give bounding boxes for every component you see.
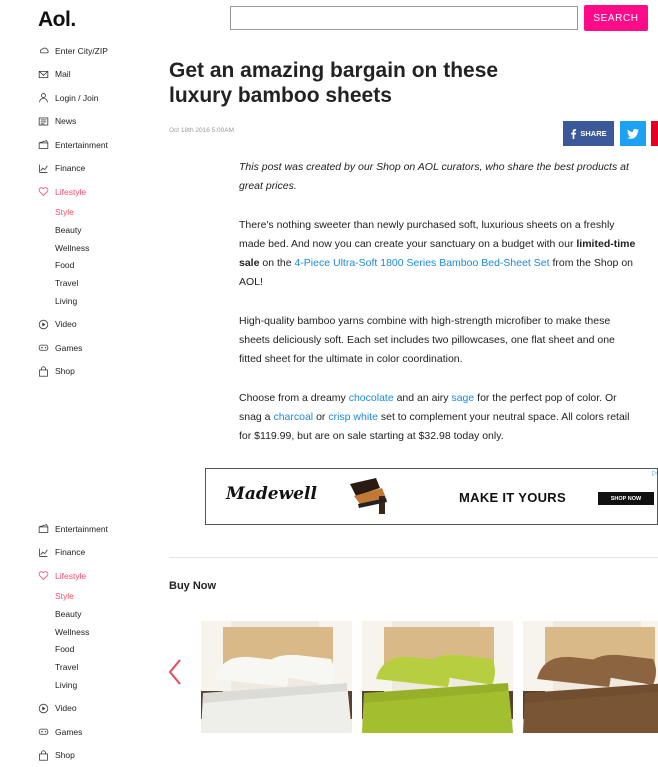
sidebar-item-label: News bbox=[55, 116, 77, 127]
sidebar-item-news[interactable]: News bbox=[38, 110, 158, 134]
sidebar-subitem-style[interactable]: Style bbox=[38, 588, 158, 606]
ad-brand-logo: Madewell bbox=[226, 484, 317, 504]
sidebar-item-label: Mail bbox=[55, 69, 71, 80]
pinterest-share-button[interactable] bbox=[651, 121, 658, 146]
product-card-image[interactable] bbox=[362, 621, 513, 733]
sidebar-item-label: Shop bbox=[55, 750, 75, 761]
publish-date: Oct 18th 2016 5:00AM bbox=[169, 127, 235, 134]
news-icon bbox=[38, 117, 49, 126]
article-title: Get an amazing bargain on these luxury b… bbox=[169, 59, 499, 107]
heart-icon bbox=[38, 187, 49, 197]
advertisement-banner[interactable]: Madewell MAKE IT YOURS SHOP NOW ▷ bbox=[205, 468, 658, 525]
article-paragraph-1: There's nothing sweeter than newly purch… bbox=[239, 219, 636, 288]
sidebar-item-games[interactable]: Games bbox=[38, 720, 158, 744]
chart-icon bbox=[39, 548, 48, 557]
sidebar-item-label: Enter City/ZIP bbox=[55, 45, 108, 56]
product-link[interactable]: 4-Piece Ultra-Soft 1800 Series Bamboo Be… bbox=[294, 257, 549, 269]
aol-logo[interactable]: Aol. bbox=[38, 8, 76, 32]
sidebar-item-label: Login / Join bbox=[55, 92, 99, 103]
sidebar-subitem-beauty[interactable]: Beauty bbox=[38, 605, 158, 623]
sidebar-subitem-food[interactable]: Food bbox=[38, 257, 158, 275]
article-paragraph-3: Choose from a dreamy chocolate and an ai… bbox=[239, 392, 630, 442]
gamepad-icon bbox=[38, 729, 49, 736]
sidebar-subitem-style[interactable]: Style bbox=[38, 204, 158, 222]
sidebar-item-label: Games bbox=[55, 342, 83, 353]
sidebar-item-lifestyle[interactable]: Lifestyle bbox=[38, 180, 158, 204]
charcoal-link[interactable]: charcoal bbox=[273, 411, 313, 423]
sidebar-subitem-wellness[interactable]: Wellness bbox=[38, 623, 158, 641]
chart-icon bbox=[39, 164, 48, 173]
sidebar-item-entertainment[interactable]: Entertainment bbox=[38, 517, 158, 541]
bag-icon bbox=[39, 750, 48, 761]
sidebar-nav-sticky: Entertainment Finance Lifestyle Style Beau… bbox=[38, 517, 158, 767]
sidebar-item-mail[interactable]: Mail bbox=[38, 63, 158, 87]
sage-link[interactable]: sage bbox=[451, 392, 474, 404]
bed-sheet-image bbox=[201, 621, 352, 733]
search-button[interactable]: SEARCH bbox=[584, 5, 648, 31]
sidebar-subitem-beauty[interactable]: Beauty bbox=[38, 221, 158, 239]
chocolate-link[interactable]: chocolate bbox=[349, 392, 394, 404]
twitter-share-button[interactable] bbox=[620, 121, 646, 146]
sidebar-item-label: Games bbox=[55, 726, 83, 737]
sidebar-item-enter-city-zip[interactable]: Enter City/ZIP bbox=[38, 39, 158, 63]
sidebar-subitem-travel[interactable]: Travel bbox=[38, 658, 158, 676]
product-card-image[interactable] bbox=[201, 621, 352, 733]
ad-shop-now-button[interactable]: SHOP NOW bbox=[598, 492, 654, 505]
sidebar-item-video[interactable]: Video bbox=[38, 313, 158, 337]
sidebar-item-finance[interactable]: Finance bbox=[38, 157, 158, 181]
share-label: SHARE bbox=[580, 129, 607, 138]
play-icon bbox=[38, 703, 49, 714]
product-card-image[interactable] bbox=[523, 621, 658, 733]
sidebar-item-label: Lifestyle bbox=[55, 186, 87, 197]
facebook-share-button[interactable]: SHARE bbox=[563, 121, 614, 146]
sidebar-subitem-wellness[interactable]: Wellness bbox=[38, 239, 158, 257]
sidebar-subitem-food[interactable]: Food bbox=[38, 641, 158, 659]
sidebar-item-label: Lifestyle bbox=[55, 570, 87, 581]
sidebar-item-shop[interactable]: Shop bbox=[38, 744, 158, 767]
section-divider bbox=[169, 557, 658, 558]
sidebar-item-games[interactable]: Games bbox=[38, 336, 158, 360]
sidebar-nav: Enter City/ZIP Mail Login / Join News En… bbox=[38, 39, 158, 383]
article-paragraph-2: High-quality bamboo yarns combine with h… bbox=[239, 315, 615, 365]
sidebar-item-label: Entertainment bbox=[55, 523, 108, 534]
bed-sheet-image bbox=[362, 621, 513, 733]
sandal-image bbox=[350, 478, 387, 514]
adchoices-icon[interactable]: ▷ bbox=[652, 469, 658, 477]
article-intro: This post was created by our Shop on AOL… bbox=[239, 161, 629, 192]
sidebar-item-label: Entertainment bbox=[55, 139, 108, 150]
sidebar-item-label: Shop bbox=[55, 366, 75, 377]
sidebar-item-label: Finance bbox=[55, 163, 86, 174]
facebook-icon bbox=[571, 128, 577, 139]
clapper-icon bbox=[38, 524, 49, 534]
sidebar-item-lifestyle[interactable]: Lifestyle bbox=[38, 564, 158, 588]
sidebar-subitem-living[interactable]: Living bbox=[38, 292, 158, 310]
sidebar-item-entertainment[interactable]: Entertainment bbox=[38, 133, 158, 157]
bag-icon bbox=[39, 366, 48, 377]
search-input[interactable] bbox=[230, 6, 578, 30]
carousel-prev-icon[interactable] bbox=[166, 658, 186, 686]
play-icon bbox=[38, 319, 49, 330]
gamepad-icon bbox=[38, 345, 49, 352]
mail-icon bbox=[38, 70, 49, 78]
sidebar-item-login-join[interactable]: Login / Join bbox=[38, 86, 158, 110]
sidebar-item-label: Video bbox=[55, 703, 77, 714]
sidebar-subitem-travel[interactable]: Travel bbox=[38, 274, 158, 292]
clapper-icon bbox=[38, 140, 49, 150]
heart-icon bbox=[38, 571, 49, 581]
sidebar-item-video[interactable]: Video bbox=[38, 697, 158, 721]
user-icon bbox=[39, 93, 48, 103]
weather-icon bbox=[39, 47, 49, 54]
twitter-icon bbox=[627, 128, 639, 139]
bed-sheet-image bbox=[523, 621, 658, 733]
ad-headline: MAKE IT YOURS bbox=[459, 490, 566, 505]
sidebar-subitem-living[interactable]: Living bbox=[38, 676, 158, 694]
sidebar-item-shop[interactable]: Shop bbox=[38, 360, 158, 384]
sidebar-item-label: Video bbox=[55, 319, 77, 330]
buy-now-heading: Buy Now bbox=[169, 580, 217, 592]
sidebar-item-label: Finance bbox=[55, 547, 86, 558]
crisp-white-link[interactable]: crisp white bbox=[328, 411, 378, 423]
sidebar-item-finance[interactable]: Finance bbox=[38, 541, 158, 565]
